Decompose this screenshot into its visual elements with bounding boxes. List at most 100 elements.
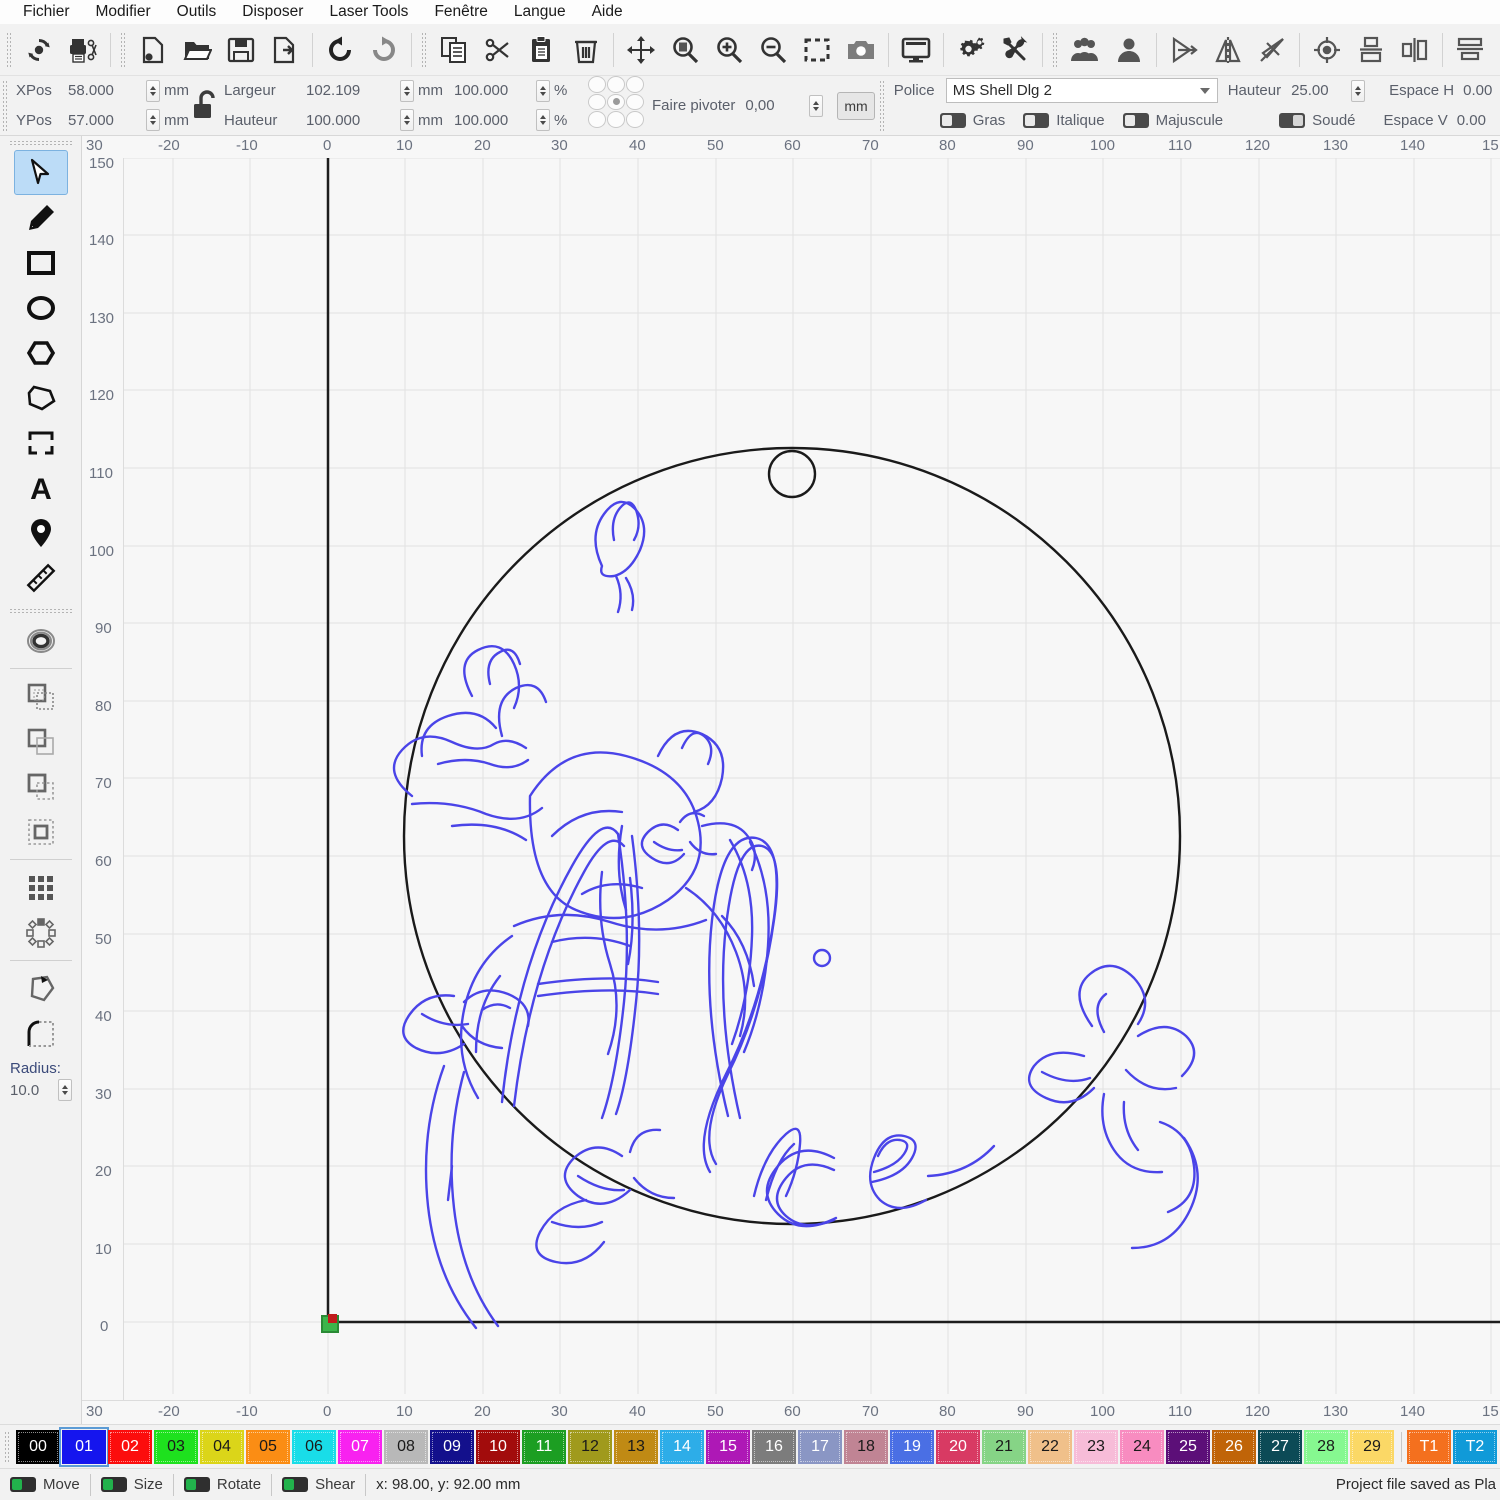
toggle-switch[interactable] bbox=[1023, 112, 1050, 128]
canvas-svg[interactable] bbox=[82, 136, 1500, 1394]
delete-icon[interactable] bbox=[564, 28, 608, 72]
radius-input-row[interactable]: 10.0 bbox=[0, 1079, 81, 1101]
ellipse-tool[interactable] bbox=[14, 285, 68, 330]
radius-stepper[interactable] bbox=[58, 1079, 72, 1101]
palette-swatch-01[interactable]: 01 bbox=[59, 1426, 109, 1467]
height-value[interactable]: 100.000 bbox=[306, 112, 396, 129]
welded-toggle[interactable]: Soudé bbox=[1279, 112, 1356, 129]
toolbar-grip-4[interactable] bbox=[1052, 31, 1059, 68]
width-percent-stepper[interactable] bbox=[536, 79, 550, 102]
palette-swatch-18[interactable]: 18 bbox=[844, 1429, 888, 1464]
group-icon[interactable] bbox=[1063, 28, 1107, 72]
palette-swatch-10[interactable]: 10 bbox=[476, 1429, 520, 1464]
palette-swatch-08[interactable]: 08 bbox=[384, 1429, 428, 1464]
anchor-cell-8[interactable] bbox=[626, 111, 644, 128]
distribute-icon[interactable] bbox=[1448, 28, 1492, 72]
text-tool[interactable]: A bbox=[14, 465, 68, 510]
xpos-value[interactable]: 58.000 bbox=[68, 82, 142, 99]
spacing-h-value[interactable]: 0.00 bbox=[1454, 82, 1492, 99]
anchor-cell-3[interactable] bbox=[588, 93, 606, 111]
height-stepper[interactable] bbox=[400, 109, 414, 132]
ungroup-icon[interactable] bbox=[1107, 28, 1151, 72]
palette-swatch-04[interactable]: 04 bbox=[200, 1429, 244, 1464]
horizontal-ruler[interactable]: 30 -20 -10 0 10 20 30 40 50 60 70 80 90 … bbox=[82, 136, 1500, 158]
toolbar-grip-2[interactable] bbox=[120, 31, 127, 68]
zoom-to-fit-icon[interactable] bbox=[663, 28, 707, 72]
palette-swatch-12[interactable]: 12 bbox=[568, 1429, 612, 1464]
measure-tool[interactable] bbox=[14, 555, 68, 600]
font-select[interactable]: MS Shell Dlg 2 bbox=[945, 78, 1218, 104]
shear-toggle[interactable]: Shear bbox=[282, 1476, 355, 1493]
menu-item-disposer[interactable]: Disposer bbox=[229, 1, 316, 23]
font-height-value[interactable]: 25.00 bbox=[1281, 82, 1347, 99]
toggle-switch[interactable] bbox=[10, 1477, 36, 1492]
uppercase-toggle[interactable]: Majuscule bbox=[1122, 112, 1223, 129]
preview-monitor-icon[interactable] bbox=[894, 28, 938, 72]
toggle-switch[interactable] bbox=[282, 1477, 309, 1492]
pan-move-icon[interactable] bbox=[619, 28, 663, 72]
size-toggle[interactable]: Size bbox=[100, 1476, 163, 1493]
palette-swatch-14[interactable]: 14 bbox=[660, 1429, 704, 1464]
paste-icon[interactable] bbox=[520, 28, 564, 72]
ypos-stepper[interactable] bbox=[146, 109, 160, 132]
rotate-stepper[interactable] bbox=[809, 94, 824, 117]
radius-value[interactable]: 10.0 bbox=[10, 1082, 54, 1099]
palette-swatch-11[interactable]: 11 bbox=[522, 1429, 566, 1464]
palette-swatch-21[interactable]: 21 bbox=[982, 1429, 1026, 1464]
toggle-switch[interactable] bbox=[183, 1477, 210, 1492]
align-horizontal-icon[interactable] bbox=[1393, 28, 1437, 72]
palette-swatch-19[interactable]: 19 bbox=[890, 1429, 934, 1464]
center-target-icon[interactable] bbox=[1305, 28, 1349, 72]
palette-swatch-03[interactable]: 03 bbox=[154, 1429, 198, 1464]
map-pin-icon[interactable] bbox=[14, 510, 68, 555]
menu-item-fenetre[interactable]: Fenêtre bbox=[421, 1, 500, 23]
horizontal-ruler-bottom[interactable]: 30 -20 -10 0 10 20 30 40 50 60 70 80 90 … bbox=[82, 1400, 1500, 1424]
palette-swatch-00[interactable]: 00 bbox=[16, 1429, 60, 1464]
palette-swatch-02[interactable]: 02 bbox=[108, 1429, 152, 1464]
palette-swatch-07[interactable]: 07 bbox=[338, 1429, 382, 1464]
grid-array-tool[interactable] bbox=[14, 865, 68, 910]
palette-swatch-09[interactable]: 09 bbox=[430, 1429, 474, 1464]
camera-icon[interactable] bbox=[839, 28, 883, 72]
unlocked-padlock-icon[interactable] bbox=[190, 76, 224, 135]
select-tool[interactable] bbox=[13, 150, 68, 195]
draw-tool[interactable] bbox=[14, 195, 68, 240]
settings-gears-icon[interactable] bbox=[949, 28, 993, 72]
properties-grip[interactable] bbox=[2, 80, 9, 131]
bounding-box-tool[interactable] bbox=[14, 420, 68, 465]
ypos-value[interactable]: 57.000 bbox=[68, 112, 142, 129]
edit-nodes-tool[interactable] bbox=[14, 966, 68, 1011]
toggle-switch[interactable] bbox=[1279, 112, 1306, 128]
anchor-point-selector[interactable] bbox=[588, 76, 644, 128]
toolbar-grip-3[interactable] bbox=[421, 31, 428, 68]
rotate-value[interactable]: 0,00 bbox=[735, 97, 795, 114]
boolean-union-tool[interactable] bbox=[14, 674, 68, 719]
flip-vertical-icon[interactable] bbox=[1206, 28, 1250, 72]
new-file-icon[interactable] bbox=[131, 28, 175, 72]
palette-swatch-20[interactable]: 20 bbox=[936, 1429, 980, 1464]
menu-item-aide[interactable]: Aide bbox=[579, 1, 636, 23]
anchor-cell-1[interactable] bbox=[607, 76, 625, 93]
open-file-icon[interactable] bbox=[175, 28, 219, 72]
xpos-stepper[interactable] bbox=[146, 79, 160, 102]
palette-swatch-23[interactable]: 23 bbox=[1074, 1429, 1118, 1464]
save-file-icon[interactable] bbox=[219, 28, 263, 72]
cut-icon[interactable] bbox=[476, 28, 520, 72]
tools-grip[interactable] bbox=[8, 140, 73, 147]
height-percent-value[interactable]: 100.000 bbox=[444, 112, 532, 129]
menu-item-laser-tools[interactable]: Laser Tools bbox=[316, 1, 421, 23]
palette-swatch-13[interactable]: 13 bbox=[614, 1429, 658, 1464]
palette-swatch-26[interactable]: 26 bbox=[1212, 1429, 1256, 1464]
anchor-cell-4[interactable] bbox=[607, 93, 625, 111]
vertical-ruler[interactable]: 150 140 130 120 110 100 90 80 70 60 50 4… bbox=[82, 136, 124, 1424]
toggle-switch[interactable] bbox=[1122, 112, 1149, 128]
palette-tool-swatch-T1[interactable]: T1 bbox=[1407, 1429, 1451, 1464]
palette-swatch-25[interactable]: 25 bbox=[1166, 1429, 1210, 1464]
unit-toggle-button[interactable]: mm bbox=[837, 91, 875, 120]
boolean-subtract-tool[interactable] bbox=[14, 719, 68, 764]
palette-swatch-22[interactable]: 22 bbox=[1028, 1429, 1072, 1464]
bold-toggle[interactable]: Gras bbox=[939, 112, 1005, 129]
toolbar-grip[interactable] bbox=[6, 31, 13, 68]
rectangle-tool[interactable] bbox=[14, 240, 68, 285]
toggle-switch[interactable] bbox=[100, 1477, 127, 1492]
